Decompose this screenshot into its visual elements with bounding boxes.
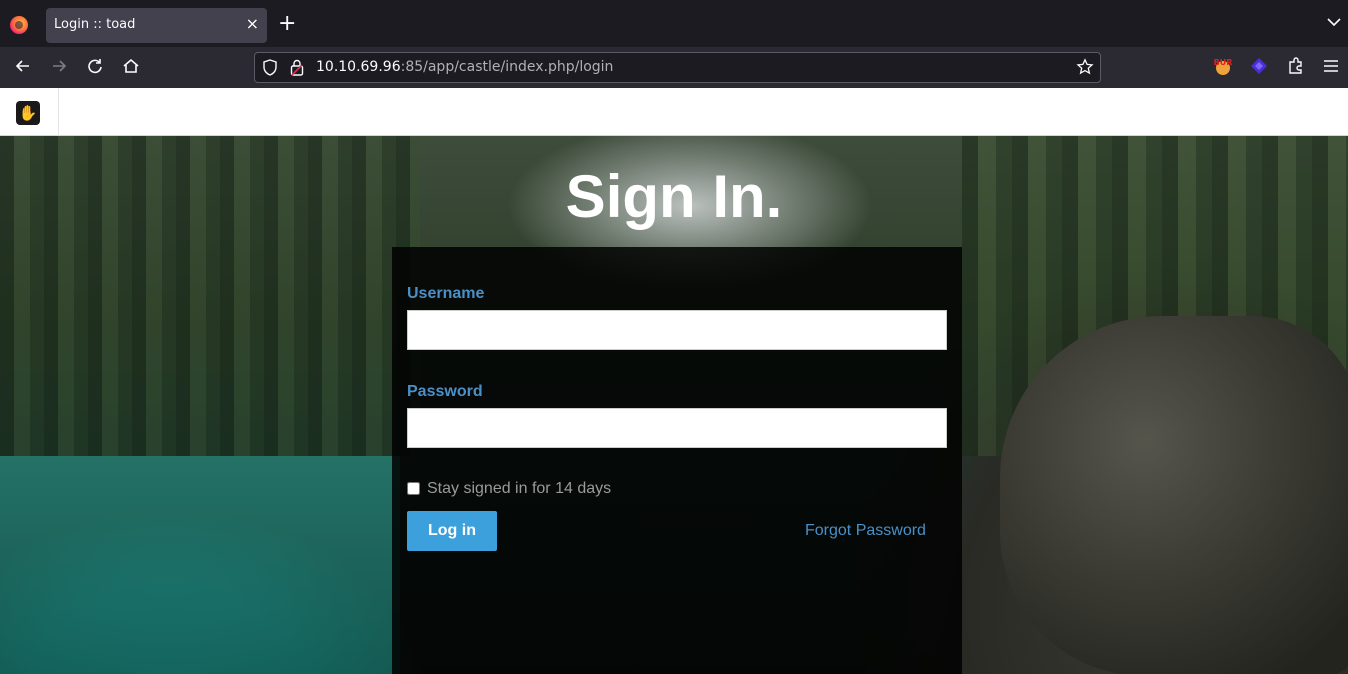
- burp-extension-icon[interactable]: BUR: [1213, 56, 1233, 76]
- tab-title: Login :: toad: [54, 17, 136, 32]
- browser-tab[interactable]: Login :: toad ×: [46, 8, 267, 43]
- back-arrow-icon[interactable]: [13, 57, 33, 77]
- lake: [0, 456, 400, 674]
- hand-logo-icon[interactable]: ✋: [16, 101, 40, 125]
- remember-checkbox[interactable]: [407, 482, 420, 495]
- page-title: Sign In.: [565, 163, 783, 230]
- username-input[interactable]: [407, 310, 947, 350]
- password-label: Password: [407, 383, 483, 400]
- url-text: 10.10.69.96:85/app/castle/index.php/logi…: [316, 59, 613, 75]
- site-header: ✋: [0, 88, 1348, 136]
- tab-close-icon[interactable]: ×: [246, 15, 259, 33]
- browser-nav-bar: 10.10.69.96:85/app/castle/index.php/logi…: [0, 47, 1348, 88]
- reload-icon[interactable]: [85, 57, 105, 77]
- remember-label[interactable]: Stay signed in for 14 days: [427, 480, 611, 498]
- purple-extension-icon[interactable]: [1249, 56, 1269, 76]
- firefox-icon[interactable]: [10, 16, 28, 34]
- rock: [1000, 316, 1348, 674]
- star-icon[interactable]: [1076, 58, 1094, 76]
- login-panel: Username Password Stay signed in for 14 …: [392, 247, 962, 674]
- shield-icon[interactable]: [262, 59, 278, 76]
- url-path: :85/app/castle/index.php/login: [400, 59, 614, 75]
- browser-tab-strip: Login :: toad × +: [0, 0, 1348, 47]
- burp-badge-text: BUR: [1214, 58, 1233, 67]
- url-host: 10.10.69.96: [316, 59, 401, 75]
- username-label: Username: [407, 285, 485, 302]
- home-icon[interactable]: [121, 57, 141, 77]
- new-tab-button[interactable]: +: [278, 12, 296, 36]
- forward-arrow-icon[interactable]: [49, 57, 69, 77]
- login-button[interactable]: Log in: [407, 511, 497, 551]
- chevron-down-icon[interactable]: [1326, 14, 1342, 30]
- forgot-password-link[interactable]: Forgot Password: [805, 522, 926, 540]
- lock-warning-icon[interactable]: [290, 59, 304, 76]
- address-bar[interactable]: 10.10.69.96:85/app/castle/index.php/logi…: [254, 52, 1101, 83]
- password-input[interactable]: [407, 408, 947, 448]
- puzzle-icon[interactable]: [1286, 56, 1306, 76]
- hamburger-menu-icon[interactable]: [1321, 56, 1341, 76]
- header-divider: [58, 88, 59, 136]
